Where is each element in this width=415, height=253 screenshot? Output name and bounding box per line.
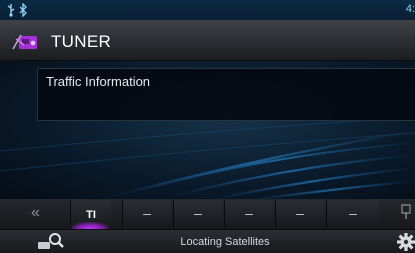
- tuner-screen: 4: TUNER Traffic Information « TI – – – …: [0, 0, 415, 253]
- tab-preset-6[interactable]: –: [326, 200, 379, 228]
- tab-label: –: [194, 205, 202, 221]
- tab-label: –: [296, 205, 304, 221]
- search-icon[interactable]: [36, 231, 66, 251]
- bluetooth-icon: [18, 2, 28, 20]
- tab-preset-2[interactable]: –: [122, 200, 171, 228]
- tuner-icon[interactable]: [11, 31, 43, 53]
- gear-icon[interactable]: [395, 230, 415, 253]
- usb-icon: [6, 3, 16, 20]
- status-bar: [0, 0, 415, 20]
- tab-label: –: [349, 205, 357, 221]
- clock: 4:: [405, 3, 415, 15]
- antenna-icon[interactable]: [400, 203, 412, 224]
- tab-label: TI: [86, 209, 96, 221]
- tab-label: –: [143, 205, 151, 221]
- tab-label: –: [245, 205, 253, 221]
- page-title: TUNER: [51, 32, 112, 51]
- gps-status-text: Locating Satellites: [180, 236, 270, 248]
- tab-preset-4[interactable]: –: [224, 200, 273, 228]
- prev-page-button[interactable]: «: [31, 203, 40, 223]
- tab-preset-3[interactable]: –: [173, 200, 222, 228]
- traffic-info-title: Traffic Information: [46, 74, 151, 89]
- tab-preset-5[interactable]: –: [275, 200, 324, 228]
